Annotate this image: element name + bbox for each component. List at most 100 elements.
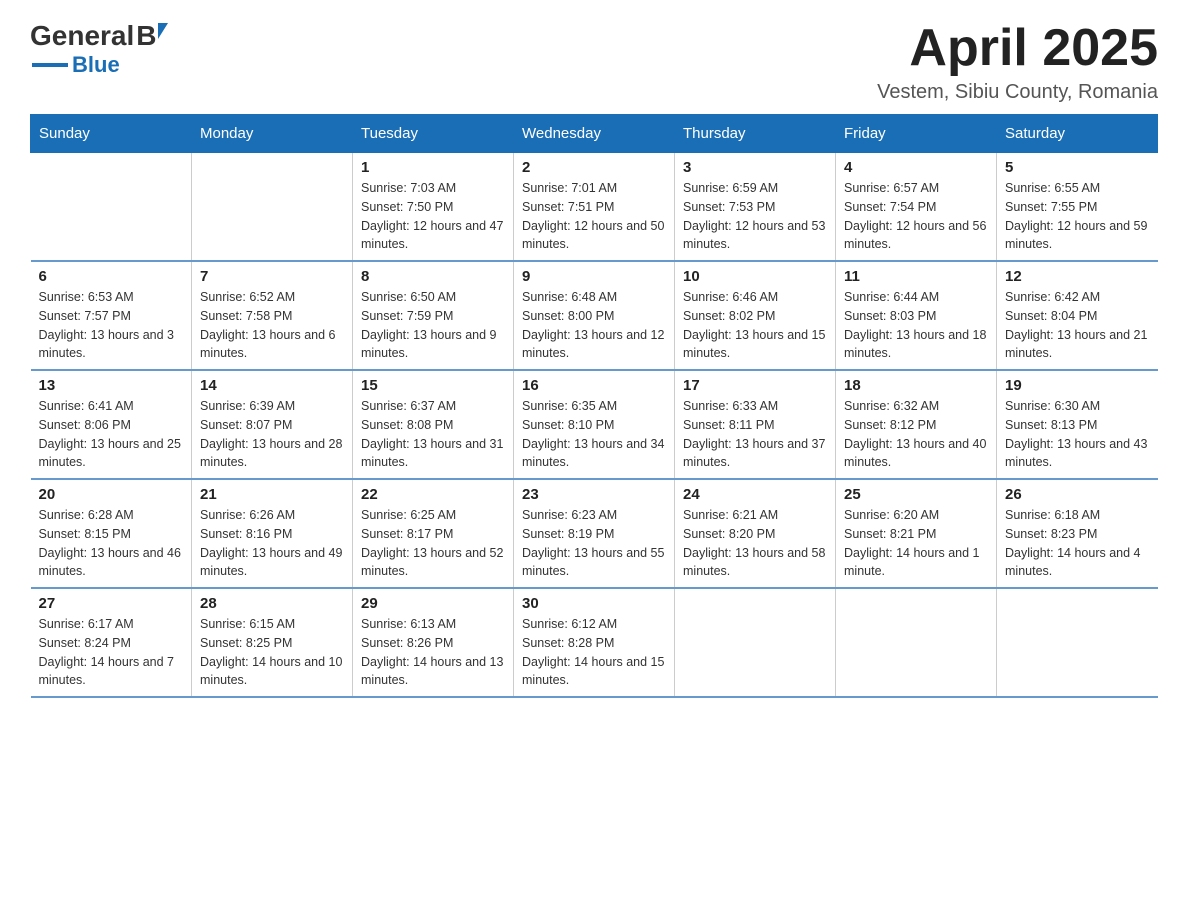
day-number: 13 xyxy=(39,377,184,394)
month-title: April 2025 xyxy=(877,20,1158,77)
calendar-cell: 7 Sunrise: 6:52 AMSunset: 7:58 PMDaylight… xyxy=(192,261,353,370)
calendar-cell xyxy=(192,153,353,262)
title-section: April 2025 Vestem, Sibiu County, Romania xyxy=(877,20,1158,104)
calendar-cell: 12 Sunrise: 6:42 AMSunset: 8:04 PMDayligh… xyxy=(997,261,1158,370)
logo-general: General xyxy=(30,20,134,52)
location-subtitle: Vestem, Sibiu County, Romania xyxy=(877,81,1158,104)
calendar-cell: 20 Sunrise: 6:28 AMSunset: 8:15 PMDayligh… xyxy=(31,479,192,588)
day-number: 17 xyxy=(683,377,827,394)
day-info: Sunrise: 6:42 AMSunset: 8:04 PMDaylight:… xyxy=(1005,288,1150,363)
day-number: 18 xyxy=(844,377,988,394)
logo-blue-label: Blue xyxy=(72,52,120,78)
day-number: 4 xyxy=(844,159,988,176)
calendar-cell xyxy=(675,588,836,697)
day-number: 22 xyxy=(361,486,505,503)
calendar-cell: 13 Sunrise: 6:41 AMSunset: 8:06 PMDayligh… xyxy=(31,370,192,479)
day-number: 29 xyxy=(361,595,505,612)
calendar-cell: 11Sunrise: 6:44 AMSunset: 8:03 PMDayligh… xyxy=(836,261,997,370)
calendar-cell: 1 Sunrise: 7:03 AMSunset: 7:50 PMDaylight… xyxy=(353,153,514,262)
day-number: 11 xyxy=(844,268,988,285)
day-info: Sunrise: 6:23 AMSunset: 8:19 PMDaylight:… xyxy=(522,506,666,581)
day-info: Sunrise: 6:20 AMSunset: 8:21 PMDaylight:… xyxy=(844,506,988,581)
day-number: 19 xyxy=(1005,377,1150,394)
calendar-cell: 19Sunrise: 6:30 AMSunset: 8:13 PMDayligh… xyxy=(997,370,1158,479)
day-info: Sunrise: 6:50 AMSunset: 7:59 PMDaylight:… xyxy=(361,288,505,363)
day-info: Sunrise: 6:28 AMSunset: 8:15 PMDaylight:… xyxy=(39,506,184,581)
calendar-table: SundayMondayTuesdayWednesdayThursdayFrid… xyxy=(30,114,1158,698)
day-header-sunday: Sunday xyxy=(31,115,192,153)
day-header-thursday: Thursday xyxy=(675,115,836,153)
day-number: 26 xyxy=(1005,486,1150,503)
day-header-tuesday: Tuesday xyxy=(353,115,514,153)
calendar-cell: 27 Sunrise: 6:17 AMSunset: 8:24 PMDayligh… xyxy=(31,588,192,697)
day-number: 27 xyxy=(39,595,184,612)
day-header-wednesday: Wednesday xyxy=(514,115,675,153)
day-info: Sunrise: 6:52 AMSunset: 7:58 PMDaylight:… xyxy=(200,288,344,363)
day-number: 28 xyxy=(200,595,344,612)
day-number: 30 xyxy=(522,595,666,612)
day-number: 21 xyxy=(200,486,344,503)
calendar-cell: 23Sunrise: 6:23 AMSunset: 8:19 PMDayligh… xyxy=(514,479,675,588)
day-number: 1 xyxy=(361,159,505,176)
day-info: Sunrise: 6:13 AMSunset: 8:26 PMDaylight:… xyxy=(361,615,505,690)
calendar-week-5: 27 Sunrise: 6:17 AMSunset: 8:24 PMDayligh… xyxy=(31,588,1158,697)
calendar-cell: 29 Sunrise: 6:13 AMSunset: 8:26 PMDayligh… xyxy=(353,588,514,697)
day-info: Sunrise: 6:17 AMSunset: 8:24 PMDaylight:… xyxy=(39,615,184,690)
calendar-week-4: 20 Sunrise: 6:28 AMSunset: 8:15 PMDayligh… xyxy=(31,479,1158,588)
day-info: Sunrise: 6:53 AMSunset: 7:57 PMDaylight:… xyxy=(39,288,184,363)
day-number: 3 xyxy=(683,159,827,176)
calendar-week-1: 1 Sunrise: 7:03 AMSunset: 7:50 PMDaylight… xyxy=(31,153,1158,262)
day-number: 9 xyxy=(522,268,666,285)
calendar-header: SundayMondayTuesdayWednesdayThursdayFrid… xyxy=(31,115,1158,153)
day-info: Sunrise: 6:26 AMSunset: 8:16 PMDaylight:… xyxy=(200,506,344,581)
day-number: 8 xyxy=(361,268,505,285)
logo: General B Blue xyxy=(30,20,168,78)
day-number: 10 xyxy=(683,268,827,285)
day-info: Sunrise: 6:39 AMSunset: 8:07 PMDaylight:… xyxy=(200,397,344,472)
day-number: 15 xyxy=(361,377,505,394)
calendar-cell: 17 Sunrise: 6:33 AMSunset: 8:11 PMDayligh… xyxy=(675,370,836,479)
day-header-monday: Monday xyxy=(192,115,353,153)
calendar-week-2: 6 Sunrise: 6:53 AMSunset: 7:57 PMDaylight… xyxy=(31,261,1158,370)
day-info: Sunrise: 6:55 AMSunset: 7:55 PMDaylight:… xyxy=(1005,179,1150,254)
day-info: Sunrise: 6:32 AMSunset: 8:12 PMDaylight:… xyxy=(844,397,988,472)
calendar-cell: 6 Sunrise: 6:53 AMSunset: 7:57 PMDaylight… xyxy=(31,261,192,370)
day-number: 5 xyxy=(1005,159,1150,176)
calendar-cell xyxy=(836,588,997,697)
calendar-cell: 18 Sunrise: 6:32 AMSunset: 8:12 PMDayligh… xyxy=(836,370,997,479)
day-number: 7 xyxy=(200,268,344,285)
day-number: 20 xyxy=(39,486,184,503)
calendar-cell: 3Sunrise: 6:59 AMSunset: 7:53 PMDaylight… xyxy=(675,153,836,262)
day-info: Sunrise: 6:12 AMSunset: 8:28 PMDaylight:… xyxy=(522,615,666,690)
day-info: Sunrise: 6:33 AMSunset: 8:11 PMDaylight:… xyxy=(683,397,827,472)
calendar-cell: 9 Sunrise: 6:48 AMSunset: 8:00 PMDaylight… xyxy=(514,261,675,370)
day-header-friday: Friday xyxy=(836,115,997,153)
day-info: Sunrise: 6:18 AMSunset: 8:23 PMDaylight:… xyxy=(1005,506,1150,581)
logo-b: B xyxy=(136,20,156,52)
day-info: Sunrise: 7:01 AMSunset: 7:51 PMDaylight:… xyxy=(522,179,666,254)
calendar-cell: 28 Sunrise: 6:15 AMSunset: 8:25 PMDayligh… xyxy=(192,588,353,697)
day-number: 12 xyxy=(1005,268,1150,285)
calendar-cell: 21 Sunrise: 6:26 AMSunset: 8:16 PMDayligh… xyxy=(192,479,353,588)
calendar-cell: 24Sunrise: 6:21 AMSunset: 8:20 PMDayligh… xyxy=(675,479,836,588)
calendar-cell: 16Sunrise: 6:35 AMSunset: 8:10 PMDayligh… xyxy=(514,370,675,479)
day-number: 24 xyxy=(683,486,827,503)
day-number: 2 xyxy=(522,159,666,176)
day-number: 14 xyxy=(200,377,344,394)
calendar-cell: 14 Sunrise: 6:39 AMSunset: 8:07 PMDayligh… xyxy=(192,370,353,479)
day-info: Sunrise: 7:03 AMSunset: 7:50 PMDaylight:… xyxy=(361,179,505,254)
calendar-week-3: 13 Sunrise: 6:41 AMSunset: 8:06 PMDayligh… xyxy=(31,370,1158,479)
day-number: 6 xyxy=(39,268,184,285)
day-header-saturday: Saturday xyxy=(997,115,1158,153)
day-info: Sunrise: 6:48 AMSunset: 8:00 PMDaylight:… xyxy=(522,288,666,363)
day-info: Sunrise: 6:25 AMSunset: 8:17 PMDaylight:… xyxy=(361,506,505,581)
calendar-cell: 8 Sunrise: 6:50 AMSunset: 7:59 PMDaylight… xyxy=(353,261,514,370)
calendar-cell: 5 Sunrise: 6:55 AMSunset: 7:55 PMDaylight… xyxy=(997,153,1158,262)
calendar-cell: 10Sunrise: 6:46 AMSunset: 8:02 PMDayligh… xyxy=(675,261,836,370)
day-info: Sunrise: 6:15 AMSunset: 8:25 PMDaylight:… xyxy=(200,615,344,690)
calendar-cell: 15Sunrise: 6:37 AMSunset: 8:08 PMDayligh… xyxy=(353,370,514,479)
calendar-cell: 22 Sunrise: 6:25 AMSunset: 8:17 PMDayligh… xyxy=(353,479,514,588)
day-info: Sunrise: 6:35 AMSunset: 8:10 PMDaylight:… xyxy=(522,397,666,472)
day-info: Sunrise: 6:41 AMSunset: 8:06 PMDaylight:… xyxy=(39,397,184,472)
calendar-cell xyxy=(997,588,1158,697)
